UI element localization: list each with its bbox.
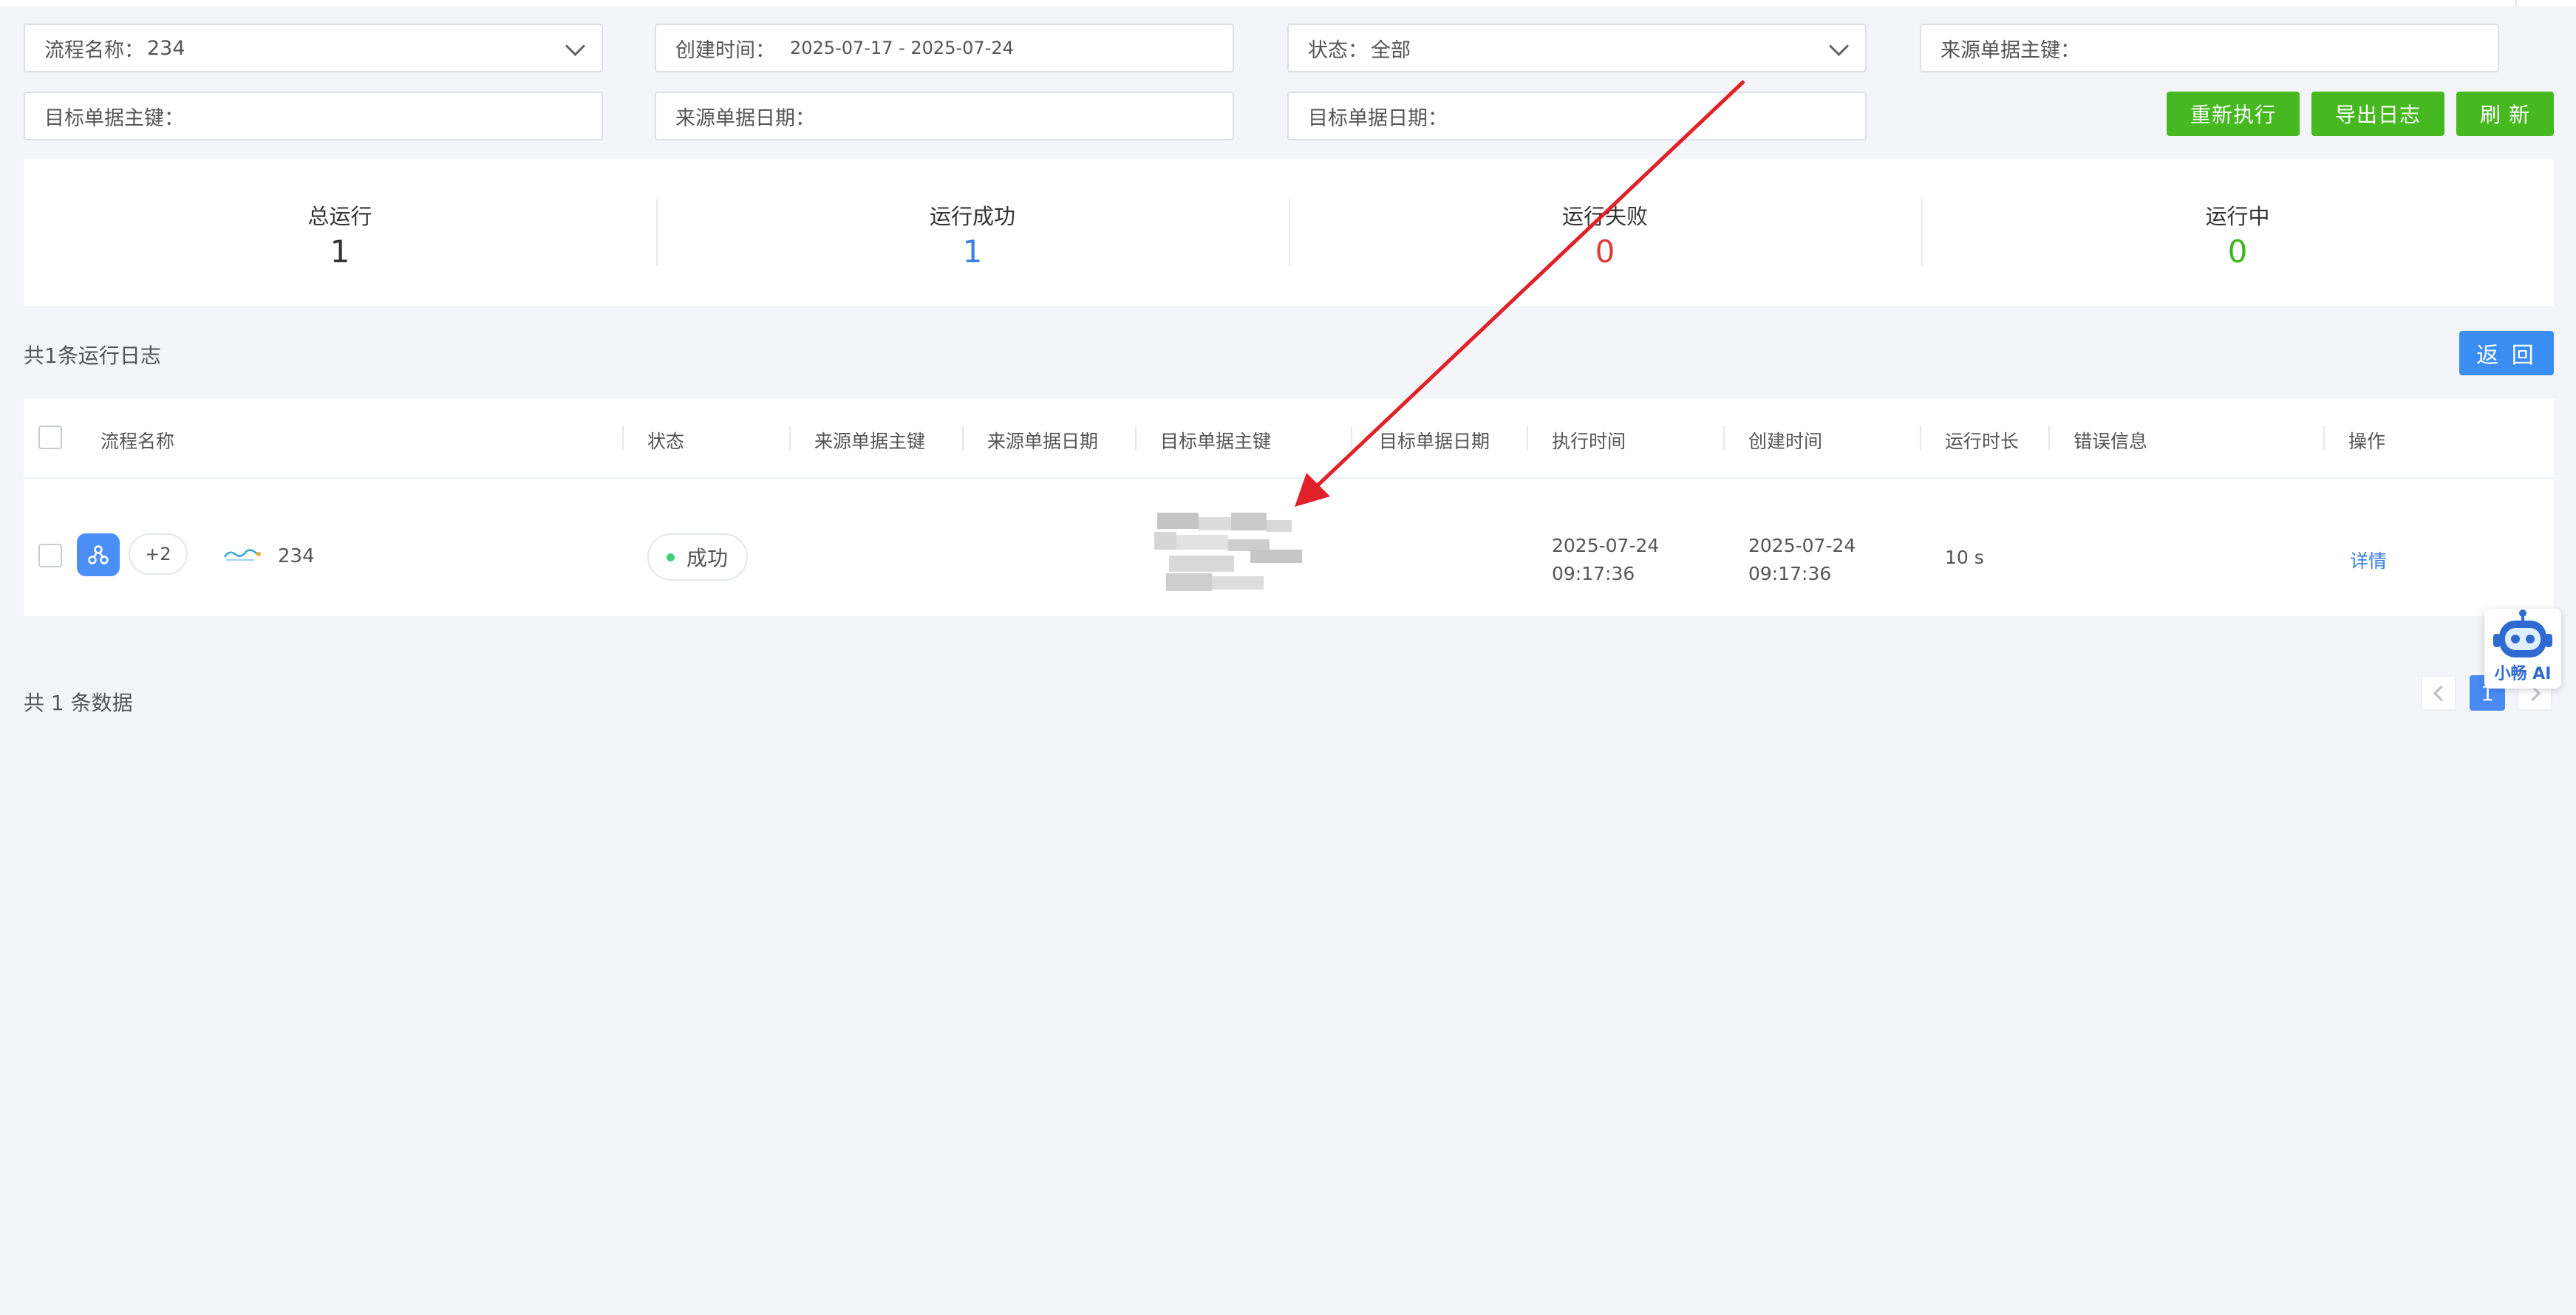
robot-icon [2493, 609, 2552, 658]
source-key-input[interactable]: 来源单据主键： [1920, 24, 2499, 72]
col-source-date: 来源单据日期 [987, 431, 1099, 452]
duration-cell: 10 s [1945, 547, 1984, 568]
row-checkbox[interactable] [38, 544, 62, 567]
total-count: 共 1 条数据 [24, 691, 133, 715]
stat-failed: 运行失败 0 [1289, 160, 1921, 306]
col-exec-time: 执行时间 [1552, 431, 1626, 452]
export-log-button[interactable]: 导出日志 [2311, 92, 2444, 136]
stat-failed-value: 0 [1595, 233, 1615, 270]
col-separator [2048, 426, 2050, 451]
system-logo-icon [222, 545, 263, 566]
target-key-input[interactable]: 目标单据主键： [24, 92, 603, 140]
create-time-cell: 2025-07-24 09:17:36 [1748, 532, 1856, 588]
col-error: 错误信息 [2074, 431, 2148, 452]
col-status: 状态 [647, 431, 685, 452]
status-badge: 成功 [647, 533, 748, 581]
created-time-label: 创建时间： [675, 38, 775, 62]
col-action: 操作 [2348, 431, 2386, 452]
chevron-down-icon [565, 36, 585, 56]
created-time-value: 2025-07-17 - 2025-07-24 [790, 38, 1014, 58]
source-date-label: 来源单据日期： [675, 106, 815, 130]
flow-name-select[interactable]: 流程名称： 234 [24, 24, 603, 72]
stat-running-value: 0 [2227, 233, 2248, 270]
workflow-icon [88, 545, 109, 564]
stat-success: 运行成功 1 [656, 160, 1289, 306]
source-date-picker[interactable]: 来源单据日期： [655, 92, 1234, 140]
status-value: 全部 [1371, 38, 1411, 62]
ai-assistant-label: 小畅 AI [2494, 665, 2552, 683]
col-separator [1135, 426, 1137, 451]
stat-running: 运行中 0 [1921, 160, 2554, 306]
refresh-button[interactable]: 刷 新 [2456, 92, 2554, 136]
exec-time: 09:17:36 [1552, 563, 1635, 584]
stats-panel: 总运行 1 运行成功 1 运行失败 0 运行中 0 [24, 160, 2554, 306]
table-header: 流程名称 状态 来源单据主键 来源单据日期 目标单据主键 目标单据日期 执行时间… [24, 399, 2554, 479]
extra-systems-tag[interactable]: +2 [129, 533, 188, 575]
col-separator [1920, 426, 1921, 451]
create-time: 09:17:36 [1748, 563, 1832, 584]
col-flow-name: 流程名称 [100, 431, 175, 452]
created-time-range[interactable]: 创建时间： 2025-07-17 - 2025-07-24 [655, 24, 1234, 72]
col-separator [1351, 426, 1352, 451]
col-separator [1723, 426, 1725, 451]
chevron-down-icon [1829, 36, 1849, 56]
col-separator [789, 426, 791, 451]
col-separator [1527, 426, 1528, 451]
col-target-date: 目标单据日期 [1379, 431, 1490, 452]
details-link[interactable]: 详情 [2350, 547, 2387, 573]
status-select[interactable]: 状态： 全部 [1287, 24, 1867, 72]
prev-page-button[interactable] [2421, 675, 2456, 711]
col-separator [962, 426, 964, 451]
back-button[interactable]: 返 回 [2459, 331, 2554, 375]
top-strip [0, 0, 2576, 6]
stat-total: 总运行 1 [24, 160, 656, 306]
stat-success-value: 1 [962, 233, 983, 270]
col-target-key: 目标单据主键 [1160, 431, 1272, 452]
source-key-label: 来源单据主键： [1940, 38, 2080, 62]
stat-total-value: 1 [330, 233, 350, 270]
col-separator [622, 426, 624, 451]
top-divider [2515, 0, 2517, 6]
target-key-label: 目标单据主键： [44, 106, 184, 130]
target-date-picker[interactable]: 目标单据日期： [1287, 92, 1867, 140]
chevron-left-icon [2433, 685, 2449, 701]
exec-date: 2025-07-24 [1552, 535, 1660, 556]
create-date: 2025-07-24 [1748, 535, 1856, 556]
row-flow-name[interactable]: 234 [278, 545, 315, 567]
col-source-key: 来源单据主键 [814, 431, 926, 452]
log-count: 共1条运行日志 [24, 344, 161, 368]
status-label: 状态： [1308, 38, 1368, 62]
flow-icon [77, 533, 120, 576]
exec-time-cell: 2025-07-24 09:17:36 [1552, 532, 1659, 588]
flow-name-value: 234 [147, 36, 185, 60]
ai-assistant-button[interactable]: 小畅 AI [2484, 609, 2561, 689]
success-dot-icon [667, 553, 675, 561]
stat-running-title: 运行中 [2205, 204, 2270, 229]
col-create-time: 创建时间 [1748, 431, 1823, 452]
col-duration: 运行时长 [1945, 431, 2020, 452]
target-date-label: 目标单据日期： [1308, 106, 1448, 130]
col-separator [2323, 426, 2325, 451]
stat-total-title: 总运行 [307, 204, 372, 229]
stat-failed-title: 运行失败 [1561, 204, 1648, 229]
select-all-checkbox[interactable] [38, 426, 62, 449]
flow-name-label: 流程名称： [44, 38, 144, 62]
status-badge-text: 成功 [686, 546, 729, 570]
redacted-target-key [1154, 510, 1311, 594]
rerun-button[interactable]: 重新执行 [2167, 92, 2300, 136]
stat-success-title: 运行成功 [929, 204, 1015, 229]
